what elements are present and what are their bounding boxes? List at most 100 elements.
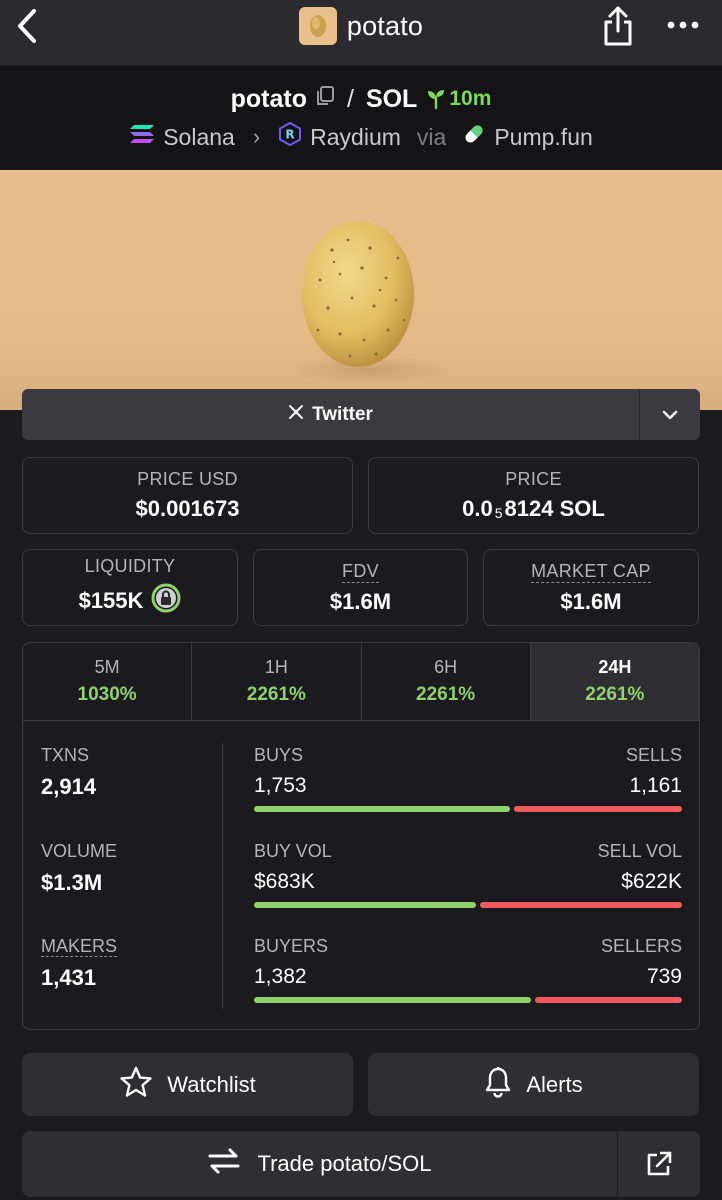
volume-stat: VOLUME $1.3M xyxy=(41,841,117,896)
share-icon[interactable] xyxy=(598,4,638,48)
price-native-label: PRICE xyxy=(505,469,562,489)
makers-label[interactable]: MAKERS xyxy=(41,936,118,957)
chevron-right-icon: › xyxy=(252,124,261,149)
liquidity-value: $155K xyxy=(78,588,144,613)
pair-age: 10m xyxy=(425,87,491,111)
external-link-icon[interactable] xyxy=(618,1131,700,1197)
solana-icon xyxy=(129,123,155,151)
sells-value: 1,161 xyxy=(629,774,682,797)
pair-age-value: 10m xyxy=(449,87,492,110)
buyers-sellers-bar xyxy=(254,997,682,1003)
swap-arrows-icon xyxy=(207,1147,241,1181)
launchpad-link[interactable]: Pump.fun xyxy=(494,124,592,151)
pill-icon xyxy=(462,122,486,152)
buyers-label: BUYERS xyxy=(254,936,329,956)
tab-label: 6H xyxy=(434,657,458,677)
watchlist-button[interactable]: Watchlist xyxy=(22,1053,353,1116)
market-cap-label[interactable]: MARKET CAP xyxy=(531,561,651,583)
more-icon[interactable] xyxy=(662,8,704,42)
quote-token: SOL xyxy=(365,84,418,113)
tab-label: 5M xyxy=(94,657,120,677)
price-usd-value: $0.001673 xyxy=(135,496,240,521)
bell-icon xyxy=(484,1066,512,1104)
buyvol-sellvol-bar xyxy=(254,902,682,908)
volume-label: VOLUME xyxy=(41,841,118,861)
liquidity-label: LIQUIDITY xyxy=(84,556,176,576)
star-icon xyxy=(119,1066,153,1104)
sell-vol-label: SELL VOL xyxy=(597,841,682,861)
chain-link[interactable]: Solana xyxy=(163,124,235,151)
price-zero-count: 5 xyxy=(494,505,503,521)
price-prefix: 0.0 xyxy=(462,496,493,521)
buys-sells-row: BUYS SELLS 1,753 1,161 xyxy=(254,745,682,812)
tab-6h[interactable]: 6H 2261% xyxy=(362,643,531,720)
txns-stat: TXNS 2,914 xyxy=(41,745,96,800)
pair-header: potato / SOL 10m Solana › R Raydium via … xyxy=(0,66,722,170)
token-banner-image xyxy=(0,170,722,410)
sellers-bar-fill xyxy=(535,997,682,1003)
chevron-down-icon[interactable] xyxy=(640,389,700,440)
txns-value: 2,914 xyxy=(41,774,97,799)
sellers-label: SELLERS xyxy=(600,936,682,956)
tab-5m[interactable]: 5M 1030% xyxy=(23,643,193,720)
market-cap-card: MARKET CAP $1.6M xyxy=(483,549,699,626)
tab-change: 2261% xyxy=(416,684,476,705)
stats-panel: 5M 1030% 1H 2261% 6H 2261% 24H 2261% TXN… xyxy=(22,642,700,1030)
buy-vol-label: BUY VOL xyxy=(254,841,332,861)
sell-vol-value: $622K xyxy=(621,870,682,893)
alerts-label: Alerts xyxy=(526,1071,583,1097)
trade-label: Trade potato/SOL xyxy=(257,1151,432,1176)
tab-change: 2261% xyxy=(585,684,645,705)
buy-vol-bar-fill xyxy=(254,902,476,908)
alerts-button[interactable]: Alerts xyxy=(368,1053,699,1116)
dex-link[interactable]: Raydium xyxy=(310,124,401,151)
raydium-icon: R xyxy=(278,121,302,152)
stats-divider xyxy=(222,743,223,1009)
tab-1h[interactable]: 1H 2261% xyxy=(192,643,362,720)
liquidity-card: LIQUIDITY $155K xyxy=(22,549,238,626)
sells-bar-fill xyxy=(513,806,682,812)
tab-change: 1030% xyxy=(77,684,137,705)
price-native-card: PRICE 0.0 5 8124 SOL xyxy=(368,457,699,534)
buyers-value: 1,382 xyxy=(254,965,307,988)
buyvol-sellvol-row: BUY VOL SELL VOL $683K $622K xyxy=(254,841,682,908)
txns-label: TXNS xyxy=(41,745,90,765)
buyers-sellers-row: BUYERS SELLERS 1,382 739 xyxy=(254,936,682,1003)
tab-label: 1H xyxy=(264,657,288,677)
fdv-value: $1.6M xyxy=(329,588,392,614)
watchlist-label: Watchlist xyxy=(167,1071,256,1097)
buys-label: BUYS xyxy=(254,745,304,765)
twitter-link[interactable]: Twitter xyxy=(22,389,639,440)
socials-dropdown: Twitter xyxy=(22,389,700,440)
pair-separator: / xyxy=(346,84,354,113)
svg-text:R: R xyxy=(286,128,295,142)
tab-label: 24H xyxy=(598,657,632,677)
price-native-value: 0.0 5 8124 SOL xyxy=(462,496,605,522)
lock-icon[interactable] xyxy=(151,583,181,619)
chain-breadcrumb: Solana › R Raydium via Pump.fun xyxy=(0,120,722,154)
sell-vol-bar-fill xyxy=(479,902,682,908)
trade-button[interactable]: Trade potato/SOL xyxy=(22,1131,617,1197)
fdv-card: FDV $1.6M xyxy=(253,549,468,626)
via-label: via xyxy=(416,123,447,150)
buys-bar-fill xyxy=(254,806,510,812)
liquidity-value-row: $155K xyxy=(79,583,182,619)
tab-24h[interactable]: 24H 2261% xyxy=(530,643,699,720)
base-token: potato xyxy=(230,84,307,113)
fdv-label[interactable]: FDV xyxy=(342,561,379,583)
copy-icon[interactable] xyxy=(315,85,335,114)
price-suffix: 8124 SOL xyxy=(504,496,605,521)
buy-vol-value: $683K xyxy=(254,870,315,893)
potato-thumb-icon xyxy=(298,7,337,45)
makers-stat: MAKERS 1,431 xyxy=(41,936,118,991)
potato-image xyxy=(290,221,450,384)
page-title: potato xyxy=(346,10,424,41)
trade-bar: Trade potato/SOL xyxy=(22,1131,700,1197)
buys-value: 1,753 xyxy=(254,774,307,797)
price-usd-label: PRICE USD xyxy=(137,469,238,489)
x-logo-icon xyxy=(288,404,304,426)
buyers-bar-fill xyxy=(254,997,532,1003)
buys-sells-bar xyxy=(254,806,682,812)
sprout-icon xyxy=(428,90,445,110)
price-usd-card: PRICE USD $0.001673 xyxy=(22,457,353,534)
